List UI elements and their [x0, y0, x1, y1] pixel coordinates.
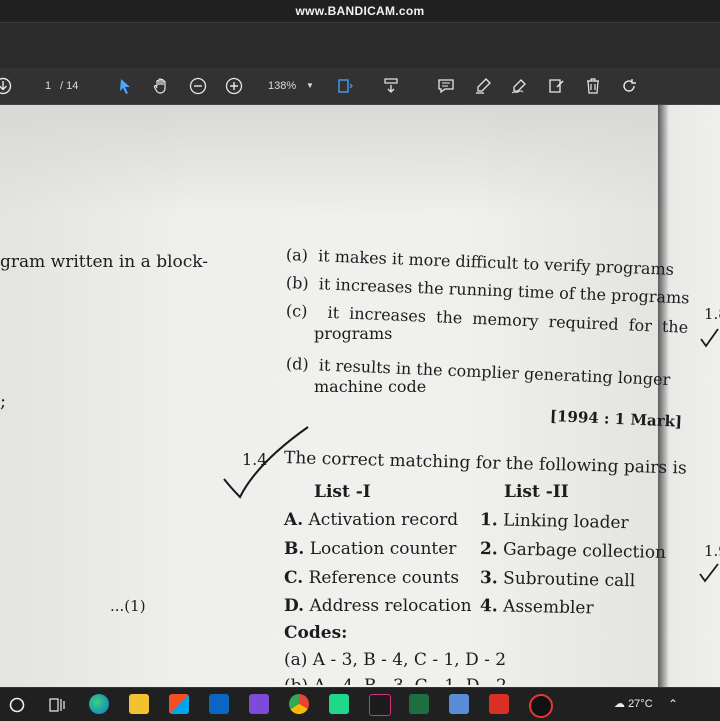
checkmark-icon	[223, 426, 309, 499]
start-icon[interactable]	[8, 696, 26, 714]
right-edge-number: 1.9	[704, 542, 720, 560]
excel-icon[interactable]	[409, 694, 429, 714]
pointer-icon[interactable]	[114, 75, 136, 97]
page-total: / 14	[60, 80, 79, 92]
match-row: 2. Garbage collection	[479, 539, 667, 563]
zoom-out-icon[interactable]	[187, 75, 209, 97]
match-row: 3. Subroutine call	[479, 568, 636, 592]
chevron-up-icon[interactable]: ⌃	[668, 696, 678, 712]
scroll-mode-icon[interactable]	[380, 75, 402, 97]
bandicam-icon[interactable]	[529, 694, 553, 718]
option-d-cont: machine code	[314, 377, 427, 396]
codes-label: Codes:	[284, 623, 348, 643]
window-title: www.BANDICAM.com	[0, 0, 720, 22]
next-page-edge	[658, 105, 720, 687]
option-c-cont: programs	[314, 324, 393, 343]
intellij-icon[interactable]	[369, 694, 391, 716]
right-edge-number: 1.8	[704, 305, 720, 323]
match-row: 4. Assembler	[479, 596, 594, 619]
comment-icon[interactable]	[435, 75, 457, 97]
edit-text-icon[interactable]	[545, 75, 567, 97]
page-fit-icon[interactable]	[334, 75, 356, 97]
delete-icon[interactable]	[582, 75, 604, 97]
tab-bar	[0, 22, 720, 69]
document-viewport[interactable]: gram written in a block- ; ...(1) (a) it…	[0, 105, 720, 687]
match-row: C. Reference counts	[284, 568, 460, 588]
weather-widget[interactable]: ☁ 27°C	[614, 696, 653, 712]
match-row: A. Activation record	[284, 510, 459, 530]
hand-icon[interactable]	[150, 75, 172, 97]
list1-header: List -I	[314, 482, 371, 502]
zoom-in-icon[interactable]	[223, 75, 245, 97]
task-view-icon[interactable]	[48, 696, 66, 714]
mail-icon[interactable]	[209, 694, 229, 714]
chrome-icon[interactable]	[289, 694, 309, 714]
highlight-icon[interactable]	[472, 75, 494, 97]
pdf-toolbar: 1 / 14 138% ▼	[0, 68, 720, 105]
download-icon[interactable]	[0, 75, 14, 97]
pycharm-icon[interactable]	[329, 694, 349, 714]
match-row: B. Location counter	[284, 539, 457, 559]
left-column-text: ...(1)	[110, 597, 146, 615]
sign-icon[interactable]	[508, 75, 530, 97]
match-row: D. Address relocation	[284, 596, 472, 616]
weather-temp: 27°C	[628, 698, 653, 710]
code-option-b: (b) A - 4, B - 3, C - 1, D - 2	[284, 676, 507, 685]
photos-icon[interactable]	[449, 694, 469, 714]
acrobat-icon[interactable]	[489, 694, 509, 714]
list2-header: List -II	[504, 482, 569, 502]
match-row: 1. Linking loader	[479, 510, 629, 534]
page-number-input[interactable]: 1	[36, 77, 60, 95]
chevron-down-icon: ▼	[306, 81, 314, 90]
page-shadow	[0, 105, 658, 215]
taskbar: ☁ 27°C ⌃	[0, 687, 720, 721]
code-option-a: (a) A - 3, B - 4, C - 1, D - 2	[284, 650, 507, 670]
visual-studio-icon[interactable]	[249, 694, 269, 714]
file-explorer-icon[interactable]	[129, 694, 149, 714]
store-icon[interactable]	[169, 694, 189, 714]
edge-icon[interactable]	[89, 694, 109, 714]
zoom-value: 138%	[268, 80, 297, 92]
left-column-text: ;	[0, 391, 7, 412]
checkmark-icon	[699, 563, 719, 583]
checkmark-icon	[700, 328, 719, 348]
rotate-icon[interactable]	[618, 75, 640, 97]
left-column-text: gram written in a block-	[0, 252, 209, 272]
zoom-select[interactable]: 138% ▼	[262, 77, 320, 95]
